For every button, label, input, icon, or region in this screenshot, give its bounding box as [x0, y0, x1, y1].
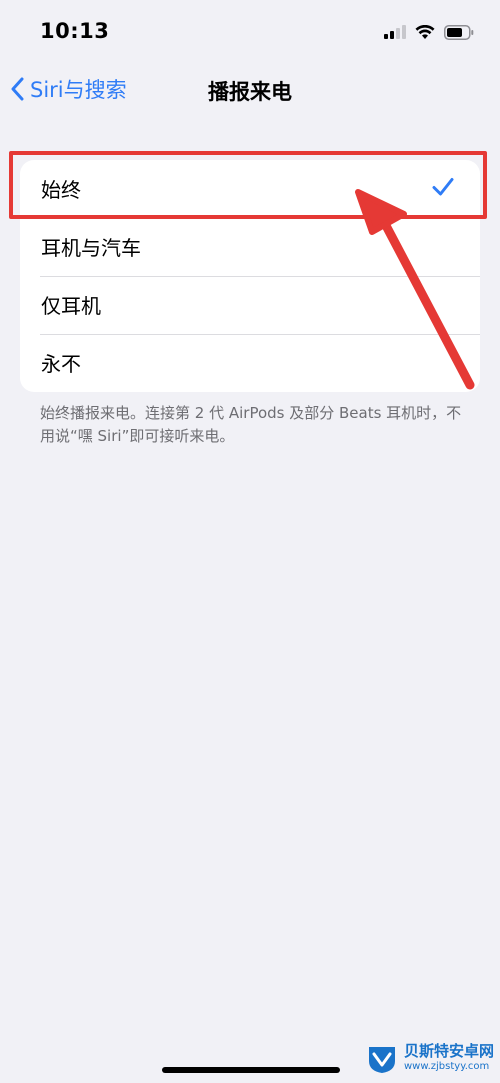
watermark-name: 贝斯特安卓网	[403, 1042, 494, 1060]
watermark-logo-icon	[368, 1047, 395, 1073]
watermark-text: 贝斯特安卓网 www.zjbstyy.com	[404, 1044, 494, 1072]
page-title: 播报来电	[208, 80, 292, 104]
battery-icon	[444, 24, 474, 40]
watermark: 贝斯特安卓网 www.zjbstyy.com	[365, 1041, 494, 1075]
option-label: 永不	[41, 352, 81, 376]
status-time: 10:13	[40, 19, 110, 43]
nav-bar: Siri与搜索 播报来电	[0, 62, 500, 118]
option-label: 仅耳机	[41, 294, 101, 318]
home-indicator	[162, 1067, 340, 1073]
wifi-icon	[415, 24, 435, 39]
signal-icon	[384, 25, 406, 39]
footer-description: 始终播报来电。连接第 2 代 AirPods 及部分 Beats 耳机时，不用说…	[40, 404, 462, 445]
annotation-arrow-icon	[355, 189, 475, 390]
option-label: 耳机与汽车	[41, 236, 141, 260]
status-bar: 10:13	[0, 0, 500, 62]
status-icons	[384, 22, 474, 42]
watermark-url: www.zjbstyy.com	[403, 1061, 490, 1072]
